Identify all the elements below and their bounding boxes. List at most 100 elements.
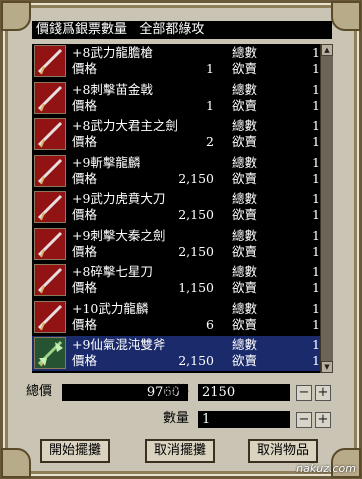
total-label: 總數 [232, 227, 258, 243]
item-row[interactable]: +9斬擊龍麟 總數 1 價格 2,150 欲賣 1 [32, 154, 320, 189]
total-label: 總數 [232, 45, 258, 60]
price-label: 價格 [72, 353, 98, 368]
filter-label: 全部都綠攻 [139, 22, 205, 37]
item-price: 2,150 [178, 243, 214, 259]
total-count: 1 [312, 154, 320, 170]
twin-axe-icon [34, 337, 66, 369]
price-label: 價格 [72, 316, 98, 332]
total-count: 1 [312, 118, 320, 133]
blade-icon [34, 300, 66, 333]
item-row[interactable]: +8武力龍膽槍 總數 1 價格 1 欲賣 1 [32, 44, 320, 79]
total-price-label: 總價 [26, 384, 53, 399]
item-name: +9仙氣混沌雙斧 [72, 337, 166, 352]
price-label: 價格 [72, 170, 98, 186]
item-price: 2,150 [178, 353, 214, 368]
want-sell-count: 1 [312, 280, 320, 295]
total-label: 總數 [232, 118, 258, 133]
item-name: +9斬擊龍麟 [72, 154, 141, 170]
price-increase-button[interactable]: + [315, 385, 331, 401]
total-count: 1 [312, 81, 320, 97]
list-header: 價錢爲銀票數量 全部都綠攻 [32, 21, 332, 39]
item-row[interactable]: +9武力虎賁大刀 總數 1 價格 2,150 欲賣 1 [32, 190, 320, 225]
scrollbar[interactable]: ▲ ▼ [320, 44, 333, 373]
price-label: 價格 [72, 97, 98, 113]
item-price: 2 [206, 134, 214, 149]
unit-price-label: 價格 [163, 384, 190, 399]
total-label: 總數 [232, 300, 258, 316]
blade-icon [34, 264, 66, 296]
item-name: +8刺擊苗金戟 [72, 81, 153, 97]
item-price: 1,150 [178, 280, 214, 295]
item-row[interactable]: +8刺擊苗金戟 總數 1 價格 1 欲賣 1 [32, 81, 320, 116]
item-name: +8武力龍膽槍 [72, 45, 153, 60]
want-sell-count: 1 [312, 353, 320, 368]
sword-icon [34, 227, 66, 260]
total-count: 1 [312, 191, 320, 206]
item-price: 2,150 [178, 170, 214, 186]
sword-icon [34, 118, 66, 150]
blade-icon [34, 154, 66, 187]
total-label: 總數 [232, 264, 258, 279]
want-sell-label: 欲賣 [232, 207, 258, 222]
want-sell-count: 1 [312, 61, 320, 76]
item-price: 6 [206, 316, 214, 332]
item-name: +8碎擊七星刀 [72, 264, 153, 279]
quantity-input[interactable]: 1 [198, 411, 290, 428]
want-sell-label: 欲賣 [232, 280, 258, 295]
great-sword-icon [34, 191, 66, 223]
want-sell-label: 欲賣 [232, 134, 258, 149]
item-row[interactable]: +9仙氣混沌雙斧 總數 1 價格 2,150 欲賣 1 [32, 336, 320, 371]
item-price: 2,150 [178, 207, 214, 222]
total-label: 總數 [232, 191, 258, 206]
item-name: +9刺擊大秦之劍 [72, 227, 166, 243]
scroll-up-button[interactable]: ▲ [321, 44, 333, 56]
halberd-icon [34, 81, 66, 114]
want-sell-count: 1 [312, 243, 320, 259]
want-sell-label: 欲賣 [232, 97, 258, 113]
want-sell-count: 1 [312, 207, 320, 222]
price-label: 價格 [72, 134, 98, 149]
total-count: 1 [312, 337, 320, 352]
total-label: 總數 [232, 337, 258, 352]
total-count: 1 [312, 45, 320, 60]
quantity-label: 數量 [163, 411, 190, 426]
frame-corner-ornament [1, 448, 31, 478]
scroll-down-button[interactable]: ▼ [321, 361, 333, 373]
price-decrease-button[interactable]: − [296, 385, 312, 401]
start-stall-button[interactable]: 開始擺攤 [40, 439, 110, 463]
total-count: 1 [312, 300, 320, 316]
price-mode-label: 價錢爲銀票數量 [36, 22, 128, 37]
cancel-item-button[interactable]: 取消物品 [248, 439, 318, 463]
want-sell-count: 1 [312, 170, 320, 186]
want-sell-label: 欲賣 [232, 170, 258, 186]
want-sell-label: 欲賣 [232, 316, 258, 332]
want-sell-count: 1 [312, 316, 320, 332]
spear-icon [34, 45, 66, 77]
total-label: 總數 [232, 81, 258, 97]
unit-price-input[interactable]: 2150 [198, 384, 290, 401]
want-sell-label: 欲賣 [232, 243, 258, 259]
item-price: 1 [206, 97, 214, 113]
item-row[interactable]: +9刺擊大秦之劍 總數 1 價格 2,150 欲賣 1 [32, 227, 320, 262]
item-row[interactable]: +8武力大君主之劍 總數 1 價格 2 欲賣 1 [32, 117, 320, 152]
price-label: 價格 [72, 243, 98, 259]
price-label: 價格 [72, 207, 98, 222]
price-label: 價格 [72, 280, 98, 295]
item-name: +8武力大君主之劍 [72, 118, 178, 133]
quantity-decrease-button[interactable]: − [296, 412, 312, 428]
item-row[interactable]: +10武力龍麟 總數 1 價格 6 欲賣 1 [32, 300, 320, 335]
item-list[interactable]: +8武力龍膽槍 總數 1 價格 1 欲賣 1 +8刺擊苗金戟 總數 1 價格 1 欲賣 1 +8武力大君主之… [32, 44, 332, 373]
want-sell-label: 欲賣 [232, 61, 258, 76]
quantity-increase-button[interactable]: + [315, 412, 331, 428]
item-row[interactable]: +8碎擊七星刀 總數 1 價格 1,150 欲賣 1 [32, 263, 320, 298]
item-name: +9武力虎賁大刀 [72, 191, 166, 206]
want-sell-count: 1 [312, 134, 320, 149]
want-sell-label: 欲賣 [232, 353, 258, 368]
cancel-stall-button[interactable]: 取消擺攤 [145, 439, 215, 463]
frame-corner-ornament [331, 1, 361, 31]
total-count: 1 [312, 264, 320, 279]
frame-corner-ornament [1, 1, 31, 31]
item-price: 1 [206, 61, 214, 76]
watermark-text: nakuz.com [296, 462, 356, 475]
total-count: 1 [312, 227, 320, 243]
